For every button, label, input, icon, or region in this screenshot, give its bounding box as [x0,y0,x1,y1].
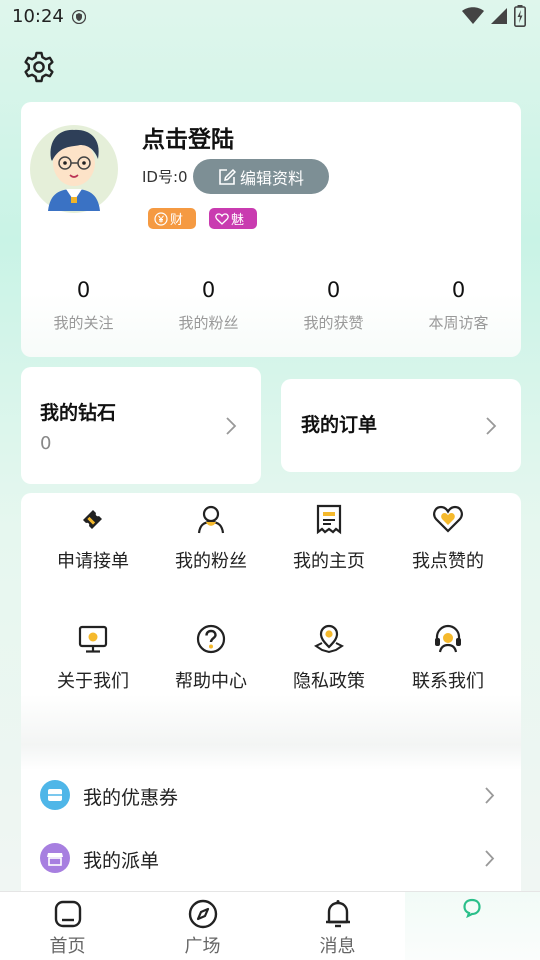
grid-item-help-center[interactable]: 帮助中心 [152,623,270,693]
list-label: 我的优惠券 [83,787,179,809]
wealth-badge-label: 财 [170,213,184,228]
stat-visitors[interactable]: 0 本周访客 [396,278,521,333]
list-item-coupons[interactable]: 我的优惠券 [21,771,521,821]
status-time: 10:24 [12,6,64,27]
stats-row: 0 我的关注 0 我的粉丝 0 我的获赞 0 本周访客 [21,278,521,333]
diamond-title: 我的钻石 [40,402,117,424]
yen-coin-icon [154,211,168,226]
stat-label: 我的粉丝 [178,314,239,332]
coupon-icon [40,780,70,810]
tab-mine[interactable] [405,892,540,960]
receipt-icon [316,504,342,535]
wealth-badge: 财 [148,208,196,229]
stat-value: 0 [201,278,216,302]
function-grid-card: 申请接单 我的粉丝 我的主页 我点赞的 关于我们 帮助中心 隐私政策 联系我们 … [21,493,521,913]
grid-item-about-us[interactable]: 关于我们 [34,623,152,693]
wifi-icon [462,7,484,24]
bottom-tab-bar: 首页 广场 消息 [0,891,540,960]
location-icon [314,624,344,654]
grid-item-liked[interactable]: 我点赞的 [389,503,507,573]
list-item-dispatch[interactable]: 我的派单 [21,834,521,884]
heart-icon [433,505,463,533]
tab-label: 广场 [184,936,221,957]
charm-badge: 魅 [209,208,257,229]
user-id: ID号:0 [142,168,188,186]
compass-icon [188,899,217,929]
grid-label: 我点赞的 [412,551,484,572]
stat-label: 本周访客 [428,314,489,332]
stat-value: 0 [451,278,466,302]
shield-icon [72,10,86,24]
help-icon [196,624,226,654]
status-bar: 10:24 [0,0,540,34]
headset-icon [435,624,461,653]
profile-card: 点击登陆 ID号:0 编辑资料 财 魅 0 我的关注 0 我的粉丝 0 我的获赞… [21,102,521,357]
stat-label: 我的关注 [53,314,114,332]
grid-item-apply-orders[interactable]: 申请接单 [34,503,152,573]
order-card[interactable]: 我的订单 [281,379,521,472]
ticket-icon [83,510,102,529]
stat-value: 0 [76,278,91,302]
grid-label: 帮助中心 [175,671,247,692]
edit-profile-button[interactable]: 编辑资料 [193,159,329,194]
person-icon [197,505,225,534]
chevron-right-icon [226,417,237,435]
grid-label: 联系我们 [412,671,484,692]
stat-label: 我的获赞 [303,314,364,332]
username[interactable]: 点击登陆 [142,120,234,154]
monitor-icon [78,625,108,653]
battery-icon [514,5,526,27]
status-icons [462,5,526,27]
diamond-value: 0 [40,433,52,454]
tab-label: 消息 [319,936,356,957]
chevron-right-icon [485,850,495,867]
store-icon [40,843,70,873]
settings-gear-icon[interactable] [22,50,56,84]
heart-outline-icon [215,212,229,225]
grid-item-privacy[interactable]: 隐私政策 [270,623,388,693]
grid-label: 关于我们 [57,671,129,692]
list-label: 我的派单 [83,850,160,872]
grid-label: 我的粉丝 [175,551,247,572]
stat-fans[interactable]: 0 我的粉丝 [146,278,271,333]
chat-bubble-icon [463,898,481,918]
grid-item-contact-us[interactable]: 联系我们 [389,623,507,693]
bell-icon [325,900,350,928]
grid-label: 申请接单 [57,551,129,572]
grid-label: 我的主页 [293,551,365,572]
chevron-right-icon [486,417,497,435]
stat-value: 0 [326,278,341,302]
chevron-right-icon [485,787,495,804]
stat-likes[interactable]: 0 我的获赞 [271,278,396,333]
stat-following[interactable]: 0 我的关注 [21,278,146,333]
home-icon [54,900,81,928]
tab-home[interactable]: 首页 [0,892,135,960]
grid-item-my-homepage[interactable]: 我的主页 [270,503,388,573]
tab-square[interactable]: 广场 [135,892,270,960]
diamond-card[interactable]: 我的钻石 0 [21,367,261,484]
tab-label: 首页 [49,936,86,957]
edit-profile-label: 编辑资料 [239,168,304,188]
order-title: 我的订单 [301,414,378,436]
signal-icon [491,8,507,24]
avatar[interactable] [30,119,118,217]
grid-label: 隐私政策 [293,671,365,692]
charm-badge-label: 魅 [231,213,245,228]
tab-messages[interactable]: 消息 [270,892,405,960]
grid-item-my-fans[interactable]: 我的粉丝 [152,503,270,573]
edit-icon [219,168,236,185]
